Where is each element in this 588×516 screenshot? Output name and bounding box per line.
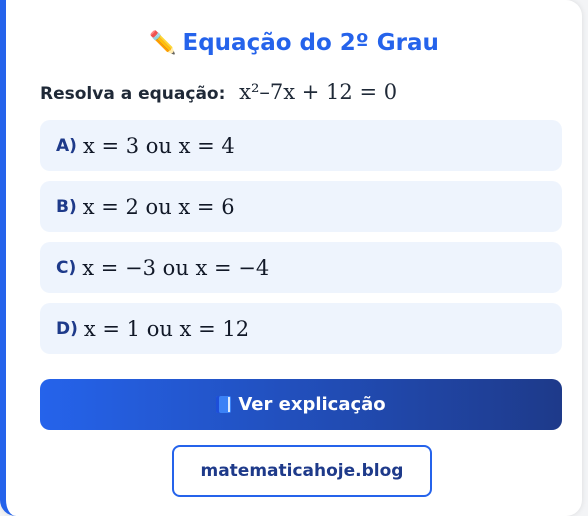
- question-equation: x²–7x + 12 = 0: [239, 80, 398, 104]
- explain-button-label: Ver explicação: [238, 394, 386, 415]
- question-label: Resolva a equação:: [40, 84, 226, 104]
- option-text: x = −3 ou x = −4: [82, 255, 270, 280]
- explain-button[interactable]: Ver explicação: [40, 379, 562, 430]
- option-text: x = 1 ou x = 12: [83, 316, 250, 341]
- option-d[interactable]: D) x = 1 ou x = 12: [40, 303, 562, 354]
- title-text: Equação do 2º Grau: [182, 30, 439, 56]
- pencil-icon: ✏️: [149, 31, 177, 56]
- option-b[interactable]: B) x = 2 ou x = 6: [40, 181, 562, 232]
- option-a[interactable]: A) x = 3 ou x = 4: [40, 120, 562, 171]
- option-letter: C): [56, 257, 77, 278]
- quiz-card: ✏️ Equação do 2º Grau Resolva a equação: …: [0, 0, 582, 516]
- book-icon: [216, 396, 232, 413]
- option-letter: B): [56, 196, 77, 217]
- blog-link[interactable]: matematicahoje.blog: [172, 445, 432, 497]
- question-prompt: Resolva a equação: x²–7x + 12 = 0: [40, 80, 397, 104]
- option-letter: A): [56, 135, 77, 156]
- option-text: x = 3 ou x = 4: [82, 133, 235, 158]
- option-letter: D): [56, 318, 78, 339]
- quiz-title: ✏️ Equação do 2º Grau: [6, 30, 582, 56]
- option-c[interactable]: C) x = −3 ou x = −4: [40, 242, 562, 293]
- option-text: x = 2 ou x = 6: [82, 194, 235, 219]
